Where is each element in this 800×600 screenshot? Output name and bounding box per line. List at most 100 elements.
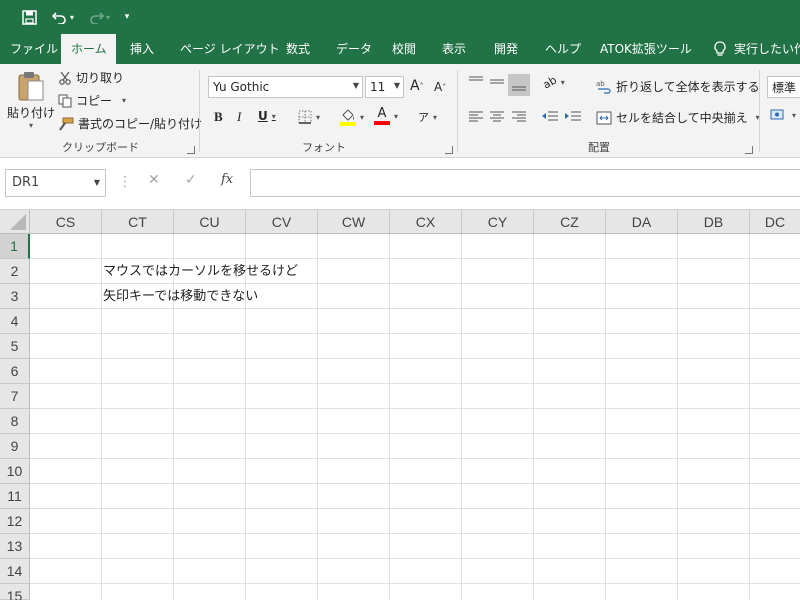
wrap-text-label: 折り返して全体を表示する: [616, 80, 760, 94]
row-header[interactable]: 4: [0, 309, 30, 334]
confirm-entry-button[interactable]: ✓: [185, 172, 197, 188]
row-header[interactable]: 5: [0, 334, 30, 359]
row-header-selected[interactable]: 1: [0, 234, 30, 259]
tab-insert[interactable]: 挿入: [120, 34, 164, 64]
row-header[interactable]: 15: [0, 584, 30, 600]
column-header[interactable]: DA: [606, 210, 678, 234]
column-header[interactable]: DC: [750, 210, 800, 234]
insert-function-button[interactable]: fx: [221, 172, 233, 187]
alignment-launcher-icon[interactable]: [745, 146, 753, 154]
align-center-button[interactable]: [489, 110, 505, 122]
fill-color-button[interactable]: ▾: [340, 108, 364, 126]
tab-developer[interactable]: 開発: [484, 34, 528, 64]
column-header[interactable]: CT: [102, 210, 174, 234]
wrap-text-button[interactable]: ab 折り返して全体を表示する: [596, 78, 760, 95]
format-painter-button[interactable]: 書式のコピー/貼り付け: [58, 115, 202, 132]
cut-label: 切り取り: [76, 71, 125, 85]
tab-help[interactable]: ヘルプ: [535, 34, 591, 64]
formula-bar-grip-icon[interactable]: ⋮: [118, 174, 132, 190]
row-header[interactable]: 12: [0, 509, 30, 534]
formula-input[interactable]: [250, 169, 800, 197]
underline-label: U: [258, 109, 268, 123]
redo-icon[interactable]: ▾: [84, 5, 114, 29]
column-header[interactable]: CY: [462, 210, 534, 234]
cut-button[interactable]: 切り取り: [58, 69, 124, 86]
row-header[interactable]: 10: [0, 459, 30, 484]
tab-data[interactable]: データ: [326, 34, 382, 64]
font-color-letter: A: [377, 106, 387, 121]
increase-font-size-button[interactable]: A ˄: [410, 78, 424, 94]
font-size-value: 11: [370, 80, 386, 94]
align-left-button[interactable]: [468, 110, 484, 122]
cell-ct2[interactable]: マウスではカーソルを移せるけど: [103, 259, 298, 284]
undo-icon[interactable]: ▾: [48, 5, 78, 29]
column-header[interactable]: CZ: [534, 210, 606, 234]
font-group: Yu Gothic ▼ 11 ▼ A ˄ A ˅ B I U ▾ ▾ ▾ A ▾…: [200, 64, 458, 157]
customize-qat-icon[interactable]: ▾: [120, 5, 134, 29]
alignment-group-label: 配置: [588, 141, 610, 154]
alignment-group: ab ▾ ab 折り返して全体を表示する セルを結合して中央揃え ▾ 配置: [458, 64, 760, 157]
name-box[interactable]: DR1 ▼: [5, 169, 106, 197]
column-header[interactable]: CX: [390, 210, 462, 234]
borders-button[interactable]: ▾: [298, 110, 320, 124]
accounting-format-button[interactable]: ▾: [770, 108, 796, 122]
column-header[interactable]: CV: [246, 210, 318, 234]
row-header[interactable]: 6: [0, 359, 30, 384]
orientation-button[interactable]: ab ▾: [540, 73, 565, 92]
tell-me-box[interactable]: 実行したい作: [714, 34, 800, 64]
tab-view[interactable]: 表示: [432, 34, 476, 64]
copy-button[interactable]: コピー ▾: [58, 92, 126, 109]
decrease-indent-button[interactable]: [541, 110, 559, 122]
currency-icon: [770, 108, 788, 122]
row-header[interactable]: 13: [0, 534, 30, 559]
font-name-dropdown[interactable]: Yu Gothic ▼: [208, 76, 363, 98]
font-name-value: Yu Gothic: [213, 80, 270, 94]
cell-area[interactable]: マウスではカーソルを移せるけど 矢印キーでは移動できない: [30, 234, 800, 600]
font-size-dropdown[interactable]: 11 ▼: [365, 76, 404, 98]
format-painter-label: 書式のコピー/貼り付け: [78, 117, 203, 131]
tab-home[interactable]: ホーム: [61, 34, 116, 64]
increase-indent-button[interactable]: [564, 110, 582, 122]
italic-button[interactable]: I: [237, 109, 241, 125]
row-header[interactable]: 3: [0, 284, 30, 309]
row-header[interactable]: 8: [0, 409, 30, 434]
bold-button[interactable]: B: [214, 109, 223, 125]
clipboard-launcher-icon[interactable]: [187, 146, 195, 154]
row-header[interactable]: 9: [0, 434, 30, 459]
align-middle-button[interactable]: [489, 76, 505, 88]
align-right-button[interactable]: [511, 110, 527, 122]
number-format-dropdown[interactable]: 標準: [767, 76, 800, 98]
select-all-button[interactable]: [0, 210, 30, 234]
tab-atok[interactable]: ATOK拡張ツール: [590, 34, 702, 64]
font-color-button[interactable]: A ▾: [374, 106, 398, 125]
borders-icon: [298, 110, 312, 124]
tab-file[interactable]: ファイル: [0, 34, 68, 64]
increase-font-label: A: [410, 78, 420, 94]
column-header[interactable]: CS: [30, 210, 102, 234]
font-launcher-icon[interactable]: [445, 146, 453, 154]
paste-button[interactable]: 貼り付け ▾: [7, 70, 55, 132]
format-painter-icon: [58, 117, 74, 131]
phonetic-button[interactable]: ア ▾: [418, 109, 437, 125]
save-icon[interactable]: [18, 5, 40, 29]
underline-button[interactable]: U ▾: [258, 109, 276, 123]
column-header[interactable]: CW: [318, 210, 390, 234]
align-bottom-button[interactable]: [508, 74, 530, 96]
tab-formulas[interactable]: 数式: [276, 34, 320, 64]
tab-page-layout[interactable]: ページ レイアウト: [170, 34, 290, 64]
tab-review[interactable]: 校閲: [382, 34, 426, 64]
align-top-button[interactable]: [468, 76, 484, 88]
row-header[interactable]: 2: [0, 259, 30, 284]
cancel-entry-button[interactable]: ✕: [148, 172, 160, 188]
clipboard-group: 貼り付け ▾ 切り取り コピー ▾ 書式のコピー/貼り付け クリップボード: [0, 64, 202, 157]
row-header[interactable]: 11: [0, 484, 30, 509]
column-header[interactable]: DB: [678, 210, 750, 234]
decrease-font-size-button[interactable]: A ˅: [434, 80, 446, 94]
clipboard-icon: [16, 70, 46, 102]
cell-ct3[interactable]: 矢印キーでは移動できない: [103, 284, 258, 309]
column-header[interactable]: CU: [174, 210, 246, 234]
row-header[interactable]: 14: [0, 559, 30, 584]
row-header[interactable]: 7: [0, 384, 30, 409]
orientation-icon: ab: [540, 73, 560, 92]
merge-center-button[interactable]: セルを結合して中央揃え ▾: [596, 109, 760, 126]
